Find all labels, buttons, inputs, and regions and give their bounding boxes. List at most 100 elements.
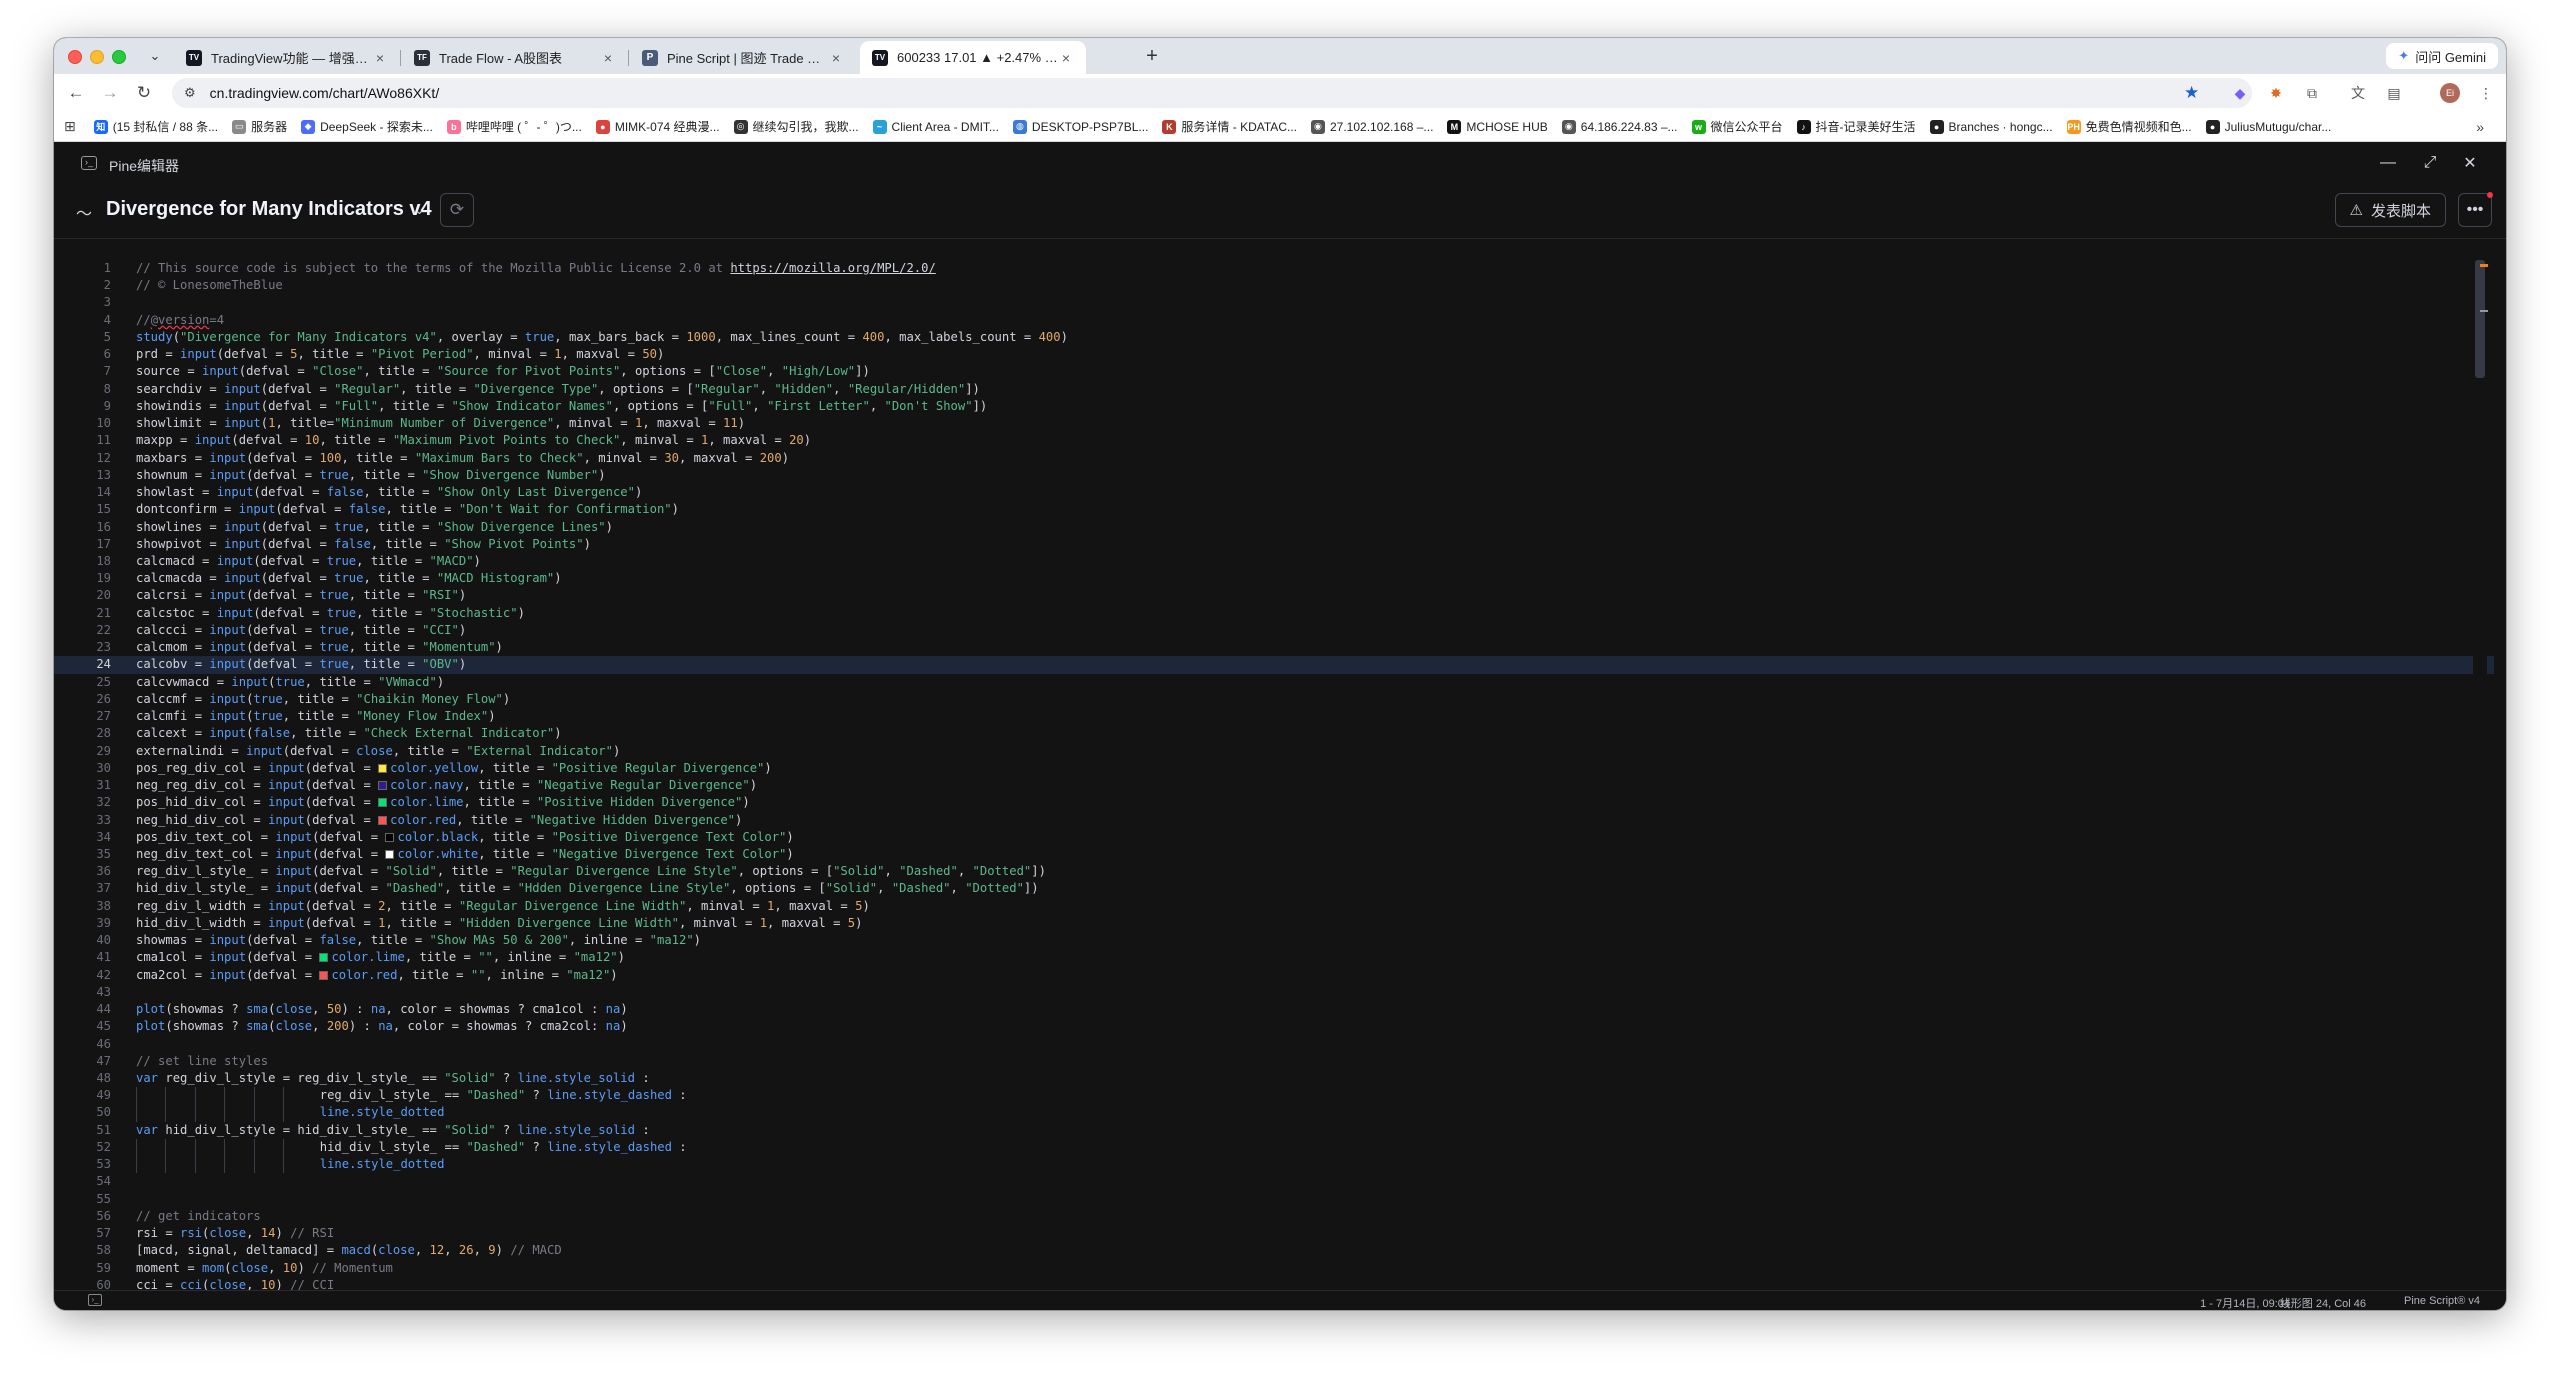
color-swatch[interactable] bbox=[385, 849, 395, 859]
code-token: "Hidden Divergence Line Width" bbox=[458, 915, 679, 930]
new-tab-plus-icon[interactable]: + bbox=[1140, 44, 1164, 68]
color-swatch[interactable] bbox=[385, 832, 395, 842]
close-tab-icon[interactable]: × bbox=[372, 50, 388, 66]
close-panel-icon[interactable]: ✕ bbox=[2460, 153, 2480, 173]
code-token: "Negative Hidden Divergence" bbox=[529, 812, 736, 827]
line-number: 16 bbox=[96, 519, 111, 534]
bookmark-item[interactable]: K 服务详情 - KDATAC... bbox=[1162, 118, 1297, 135]
bookmark-item[interactable]: 知 (15 封私信 / 88 条... bbox=[93, 118, 218, 135]
color-swatch[interactable] bbox=[378, 815, 388, 825]
bookmark-item[interactable]: ● JuliusMutugu/char... bbox=[2205, 119, 2331, 134]
bookmark-favicon-icon: ◉ bbox=[1310, 119, 1325, 134]
code-text: showpivot = input(defval = false, title … bbox=[136, 536, 591, 553]
bookmark-item[interactable]: ◉ 27.102.102.168 –... bbox=[1310, 119, 1433, 134]
tab-title: Pine Script | 图迹 Trade Flow bbox=[667, 51, 828, 66]
color-swatch[interactable] bbox=[319, 970, 329, 980]
extensions-puzzle-icon[interactable]: ⧉ bbox=[2302, 83, 2322, 103]
pine-version[interactable]: Pine Script® v4 bbox=[2404, 1295, 2480, 1307]
browser-tab[interactable]: TF Trade Flow - A股图表 × bbox=[402, 41, 628, 74]
bookmark-item[interactable]: ~ Client Area - DMIT... bbox=[872, 119, 999, 134]
line-number: 27 bbox=[96, 709, 111, 724]
bookmark-item[interactable]: ◍ DESKTOP-PSP7BL... bbox=[1012, 119, 1148, 134]
code-token: , options = [ bbox=[730, 881, 826, 896]
code-token: 200 bbox=[326, 1019, 349, 1034]
code-token: (defval = bbox=[260, 519, 335, 534]
code-token: showlimit = bbox=[136, 416, 225, 431]
tab-search-chevron-icon[interactable]: ⌄ bbox=[143, 44, 167, 68]
code-token: , minval = bbox=[678, 915, 760, 930]
bookmark-item[interactable]: ♪ 抖音-记录美好生活 bbox=[1796, 118, 1916, 135]
publish-script-button[interactable]: ⚠ 发表脚本 bbox=[2334, 193, 2446, 227]
console-icon[interactable]: ›_ bbox=[88, 1294, 102, 1306]
forward-arrow-icon[interactable]: → bbox=[100, 83, 120, 103]
code-line: 5 study("Divergence for Many Indicators v… bbox=[54, 329, 2494, 346]
code-token: ) bbox=[458, 622, 467, 637]
close-window-button[interactable] bbox=[68, 50, 82, 64]
bookmark-item[interactable]: b 哔哩哔哩 ( ゜- ゜)つ... bbox=[446, 118, 582, 135]
script-title[interactable]: Divergence for Many Indicators v4 bbox=[106, 198, 432, 221]
maximize-window-button[interactable] bbox=[112, 50, 126, 64]
back-arrow-icon[interactable]: ← bbox=[66, 83, 86, 103]
bookmark-star-icon[interactable]: ★ bbox=[2184, 83, 2199, 103]
extension-icon[interactable]: ✸ bbox=[2266, 83, 2286, 103]
update-on-chart-button[interactable]: ⟳ bbox=[440, 193, 474, 227]
browser-menu-icon[interactable]: ⋮ bbox=[2476, 83, 2496, 103]
more-bookmarks-chevron-icon[interactable]: » bbox=[2476, 119, 2484, 135]
minimize-window-button[interactable] bbox=[90, 50, 104, 64]
line-number: 57 bbox=[96, 1226, 111, 1241]
color-swatch[interactable] bbox=[378, 798, 388, 808]
code-token: ) bbox=[610, 967, 618, 982]
license-link[interactable]: https://mozilla.org/MPL/2.0/ bbox=[730, 261, 935, 275]
close-tab-icon[interactable]: × bbox=[600, 50, 616, 66]
minimize-panel-icon[interactable]: — bbox=[2378, 153, 2398, 173]
profile-avatar[interactable]: Ei bbox=[2440, 83, 2460, 103]
reading-list-icon[interactable]: ▤ bbox=[2384, 83, 2404, 103]
editor-scrollbar-thumb[interactable] bbox=[2475, 260, 2485, 378]
color-swatch[interactable] bbox=[378, 781, 388, 791]
code-token: ) bbox=[1060, 329, 1068, 344]
bookmark-favicon-icon: ◎ bbox=[733, 119, 748, 134]
color-swatch[interactable] bbox=[319, 953, 329, 963]
browser-tab[interactable]: P Pine Script | 图迹 Trade Flow × bbox=[630, 41, 856, 74]
apps-grid-icon[interactable]: ⊞ bbox=[64, 118, 76, 135]
code-editor[interactable]: 1 // This source code is subject to the t… bbox=[54, 260, 2494, 1290]
bookmark-item[interactable]: M MCHOSE HUB bbox=[1447, 119, 1548, 134]
color-swatch[interactable] bbox=[378, 763, 388, 773]
browser-tab[interactable]: TV TradingView功能 — 增强您的交易 × bbox=[174, 41, 400, 74]
extension-icon[interactable]: ◆ bbox=[2230, 83, 2250, 103]
code-token: "Dotted" bbox=[972, 864, 1032, 879]
ask-gemini-button[interactable]: ✦ 问问 Gemini bbox=[2386, 43, 2498, 69]
code-line: 1 // This source code is subject to the t… bbox=[54, 260, 2494, 277]
code-token: ]) bbox=[1031, 864, 1046, 879]
code-token: "VWmacd" bbox=[378, 674, 437, 689]
address-bar[interactable]: ⚙ cn.tradingview.com/chart/AWo86XKt/ bbox=[172, 78, 2252, 108]
bookmark-item[interactable]: PH 免费色情视频和色... bbox=[2066, 118, 2192, 135]
site-settings-icon[interactable]: ⚙ bbox=[184, 85, 196, 101]
bookmark-item[interactable]: ▭ 服务器 bbox=[232, 118, 287, 135]
code-text: // get indicators bbox=[136, 1208, 261, 1225]
browser-tab-active[interactable]: TV 600233 17.01 ▲ +2.47% Unn × bbox=[860, 41, 1086, 74]
close-tab-icon[interactable]: × bbox=[1058, 50, 1074, 66]
code-token: 12 bbox=[429, 1243, 445, 1258]
code-token: input bbox=[268, 778, 305, 793]
bookmark-item[interactable]: ◆ DeepSeek - 探索未... bbox=[301, 118, 433, 135]
bookmark-item[interactable]: w 微信公众平台 bbox=[1691, 118, 1783, 135]
close-tab-icon[interactable]: × bbox=[828, 50, 844, 66]
maximize-panel-icon[interactable]: ⤢ bbox=[2420, 153, 2440, 173]
editor-scrollbar-track[interactable] bbox=[2473, 260, 2487, 1290]
translate-icon[interactable]: 文 bbox=[2348, 83, 2368, 103]
code-line: 38 reg_div_l_width = input(defval = 2, ti… bbox=[54, 898, 2494, 915]
more-options-button[interactable]: ••• bbox=[2458, 192, 2493, 227]
reload-icon[interactable]: ↻ bbox=[134, 83, 154, 103]
bookmark-item[interactable]: ◎ 继续勾引我，我欺... bbox=[733, 118, 859, 135]
bookmark-item[interactable]: ◉ 64.186.224.83 –... bbox=[1561, 119, 1678, 134]
code-line: 55 bbox=[54, 1191, 2494, 1208]
bookmark-item[interactable]: ● Branches · hongc... bbox=[1929, 119, 2053, 134]
chevron-down-icon[interactable]: ⌄ bbox=[414, 202, 425, 218]
code-token: hid_div_l_style_ = bbox=[136, 881, 276, 896]
code-token: ) bbox=[620, 1002, 628, 1017]
code-token: prd = bbox=[136, 347, 181, 362]
code-token: dontconfirm = bbox=[136, 502, 239, 517]
code-token: "Negative Divergence Text Color" bbox=[551, 846, 787, 861]
bookmark-item[interactable]: ● MIMK-074 经典漫... bbox=[595, 118, 720, 135]
